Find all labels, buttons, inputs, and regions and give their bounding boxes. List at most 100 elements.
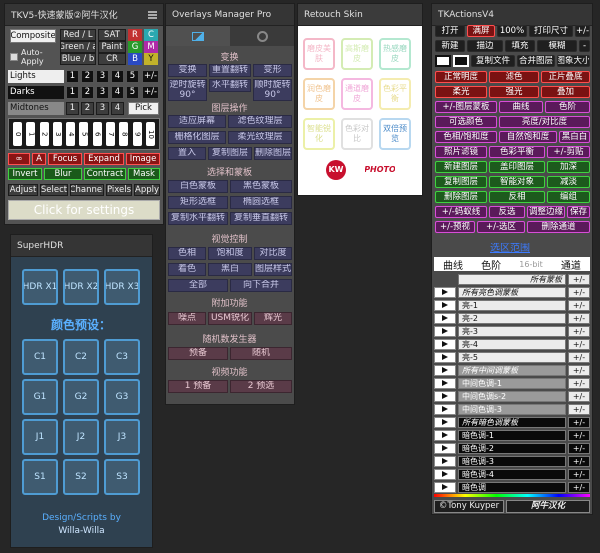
plusminus-button[interactable]: +/-: [568, 364, 590, 376]
plusminus-button[interactable]: +/-: [568, 273, 590, 285]
panel-menu-icon[interactable]: [148, 10, 157, 19]
play-icon[interactable]: [434, 468, 456, 480]
dup-flip-v-button[interactable]: 复制垂直翻转: [230, 212, 292, 225]
glow-button[interactable]: 辉光: [254, 312, 292, 325]
zone-2[interactable]: 2: [39, 122, 49, 146]
zone-8[interactable]: 8: [119, 122, 129, 146]
overlay-button[interactable]: 叠加: [541, 86, 590, 98]
image-button[interactable]: Image: [126, 153, 160, 165]
prepare-button[interactable]: 预备: [168, 347, 228, 360]
normal-luminosity-button[interactable]: 正常明度: [435, 71, 487, 83]
plusminus-button[interactable]: +/-: [568, 429, 590, 441]
play-icon[interactable]: [434, 286, 456, 298]
rect-marquee-button[interactable]: 矩形选框: [168, 196, 228, 209]
dup-layer-tka-button[interactable]: 复制图层: [435, 176, 487, 188]
play-icon[interactable]: [434, 429, 456, 441]
image-size-button[interactable]: 图象大小: [557, 55, 590, 67]
tab-blend[interactable]: [230, 26, 294, 46]
ellipse-marquee-button[interactable]: 椭圆选框: [230, 196, 292, 209]
hardlight-button[interactable]: 强光: [489, 86, 539, 98]
plusminus-button[interactable]: +/-: [568, 403, 590, 415]
retouch-cell-6[interactable]: 色彩平衡: [379, 78, 411, 110]
dup-flip-h-button[interactable]: 复制水平翻转: [168, 212, 228, 225]
all-dark-masks-label[interactable]: 所有暗色调蒙板: [458, 416, 566, 428]
preset-s2[interactable]: S2: [63, 459, 99, 495]
m-button[interactable]: M: [144, 41, 158, 53]
zone-5[interactable]: 5: [79, 122, 89, 146]
plusminus-button[interactable]: +/-: [568, 481, 590, 493]
smart-object-button[interactable]: 智能对象: [489, 176, 545, 188]
dark-2-label[interactable]: 暗色调-2: [458, 442, 566, 454]
new-button[interactable]: 新建: [435, 40, 465, 52]
delete-layer-button[interactable]: 删除图层: [254, 147, 292, 160]
dodge-button[interactable]: 减淡: [547, 176, 590, 188]
hdr-x1-button[interactable]: HDR X1: [22, 269, 58, 305]
blue-b-button[interactable]: Blue / b: [60, 53, 96, 65]
retouch-cell-2[interactable]: 高斯磨皮: [341, 38, 373, 70]
fill-button[interactable]: 填充: [505, 40, 535, 52]
preset-s3[interactable]: S3: [104, 459, 140, 495]
tab-image[interactable]: [166, 26, 230, 46]
play-icon[interactable]: [434, 338, 456, 350]
clip-button[interactable]: +/-剪贴: [547, 146, 590, 158]
midtones-4[interactable]: 4: [111, 102, 124, 115]
saturation-button[interactable]: 饱和度: [208, 247, 252, 260]
fullscreen-button[interactable]: 满屏: [467, 25, 495, 37]
plusminus-button[interactable]: +/-: [568, 299, 590, 311]
preset-j3[interactable]: J3: [104, 419, 140, 455]
zone-0[interactable]: 0: [13, 122, 23, 146]
pick-button[interactable]: Pick: [128, 102, 159, 115]
auto-apply-checkbox[interactable]: Auto-Apply: [10, 47, 58, 67]
fit-screen-button[interactable]: 适应屏幕: [168, 115, 226, 128]
expand-button[interactable]: Expand: [84, 153, 124, 165]
softlight-texture-button[interactable]: 柔光纹理层: [228, 131, 292, 144]
plusminus-button[interactable]: +/-: [568, 338, 590, 350]
retouch-cell-5[interactable]: 通道磨皮: [341, 78, 373, 110]
selection-range-link[interactable]: 选区范围: [480, 243, 540, 255]
darks-5[interactable]: 5: [126, 86, 139, 99]
save-button[interactable]: 保存: [567, 206, 590, 218]
preset-g2[interactable]: G2: [63, 379, 99, 415]
retouch-cell-9[interactable]: 双倍预览: [379, 118, 411, 150]
plusminus-button[interactable]: +/-: [568, 468, 590, 480]
colorize-button[interactable]: 着色: [168, 263, 206, 276]
zone-6[interactable]: 6: [92, 122, 102, 146]
bright-5-label[interactable]: 亮-5: [458, 351, 566, 363]
print-size-button[interactable]: 打印尺寸: [529, 25, 573, 37]
stamp-layer-button[interactable]: 盖印图层: [489, 161, 545, 173]
cr-button[interactable]: CR: [98, 53, 126, 65]
plusminus-button[interactable]: +/-: [568, 442, 590, 454]
video-preselect-button[interactable]: 2 预选: [230, 380, 292, 393]
duplicate-layer-button[interactable]: 复制图层: [208, 147, 252, 160]
tkactions-titlebar[interactable]: TKActionsV4: [432, 4, 592, 26]
retouch-cell-3[interactable]: 热感磨皮: [379, 38, 411, 70]
darks-2[interactable]: 2: [81, 86, 94, 99]
preview-button[interactable]: +/-预视: [435, 221, 475, 233]
dark-4-label[interactable]: 暗色调-4: [458, 468, 566, 480]
photo-filter-button[interactable]: 照片滤镜: [435, 146, 487, 158]
merge-down-button[interactable]: 向下合并: [230, 279, 292, 292]
lights-1[interactable]: 1: [66, 70, 79, 83]
color-balance-button[interactable]: 色彩平衡: [489, 146, 545, 158]
lights-4[interactable]: 4: [111, 70, 124, 83]
preset-c1[interactable]: C1: [22, 339, 58, 375]
play-icon[interactable]: [434, 416, 456, 428]
plusminus-button[interactable]: +/-: [568, 351, 590, 363]
green-a-button[interactable]: Green / a: [60, 41, 96, 53]
overlays-titlebar[interactable]: Overlays Manager Pro: [166, 4, 294, 26]
b-button[interactable]: B: [128, 53, 142, 65]
brightness-contrast-button[interactable]: 亮度/对比度: [499, 116, 590, 128]
play-icon[interactable]: [434, 299, 456, 311]
play-icon[interactable]: [434, 481, 456, 493]
darks-1[interactable]: 1: [66, 86, 79, 99]
play-icon[interactable]: [434, 377, 456, 389]
play-icon[interactable]: [434, 403, 456, 415]
warp-button[interactable]: 变形: [253, 64, 292, 77]
play-icon[interactable]: [434, 364, 456, 376]
minus-button[interactable]: -: [579, 40, 590, 52]
vibrance-button[interactable]: 自然饱和度: [499, 131, 557, 143]
darks-3[interactable]: 3: [96, 86, 109, 99]
tab-16bit[interactable]: 16-bit: [519, 260, 543, 269]
plusminus-button[interactable]: +/-: [568, 416, 590, 428]
place-button[interactable]: 置入: [168, 147, 206, 160]
